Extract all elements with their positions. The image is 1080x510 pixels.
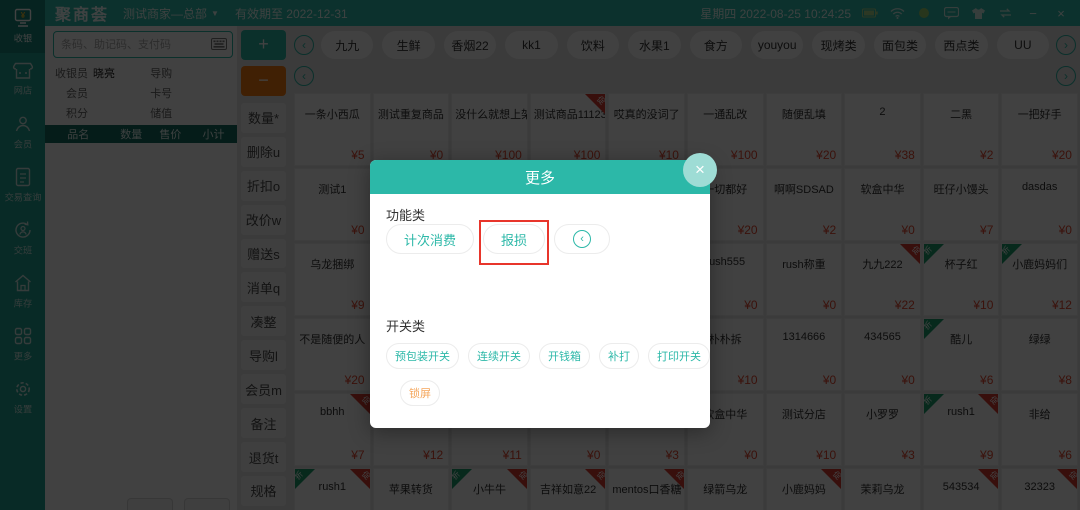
lock-screen-button[interactable]: 锁屏 — [400, 380, 440, 406]
close-icon[interactable]: × — [683, 153, 717, 187]
switch-button-连续开关[interactable]: 连续开关 — [468, 343, 530, 369]
pos-app: ¥收银网店会员交易查询交班库存更多设置 聚商荟 测试商家—总部 ▼ 有效期至 2… — [0, 0, 1080, 510]
chevron-left-icon: ‹ — [573, 230, 591, 248]
function-button-计次消费[interactable]: 计次消费 — [386, 224, 474, 254]
function-section-label: 功能类 — [386, 205, 694, 224]
switch-section-label: 开关类 — [386, 316, 694, 335]
modal-header: 更多 × — [370, 160, 710, 194]
more-modal: 更多 × 功能类 计次消费报损‹ 开关类 预包装开关连续开关开钱箱补打打印开关 … — [370, 160, 710, 428]
modal-title: 更多 — [525, 167, 555, 188]
collapse-functions-button[interactable]: ‹ — [554, 224, 610, 254]
highlight-annotation-box — [479, 220, 549, 265]
switch-button-补打[interactable]: 补打 — [599, 343, 639, 369]
switch-button-预包装开关[interactable]: 预包装开关 — [386, 343, 459, 369]
switch-button-开钱箱[interactable]: 开钱箱 — [539, 343, 590, 369]
switch-button-打印开关[interactable]: 打印开关 — [648, 343, 710, 369]
function-button-报损[interactable]: 报损 — [483, 224, 545, 254]
